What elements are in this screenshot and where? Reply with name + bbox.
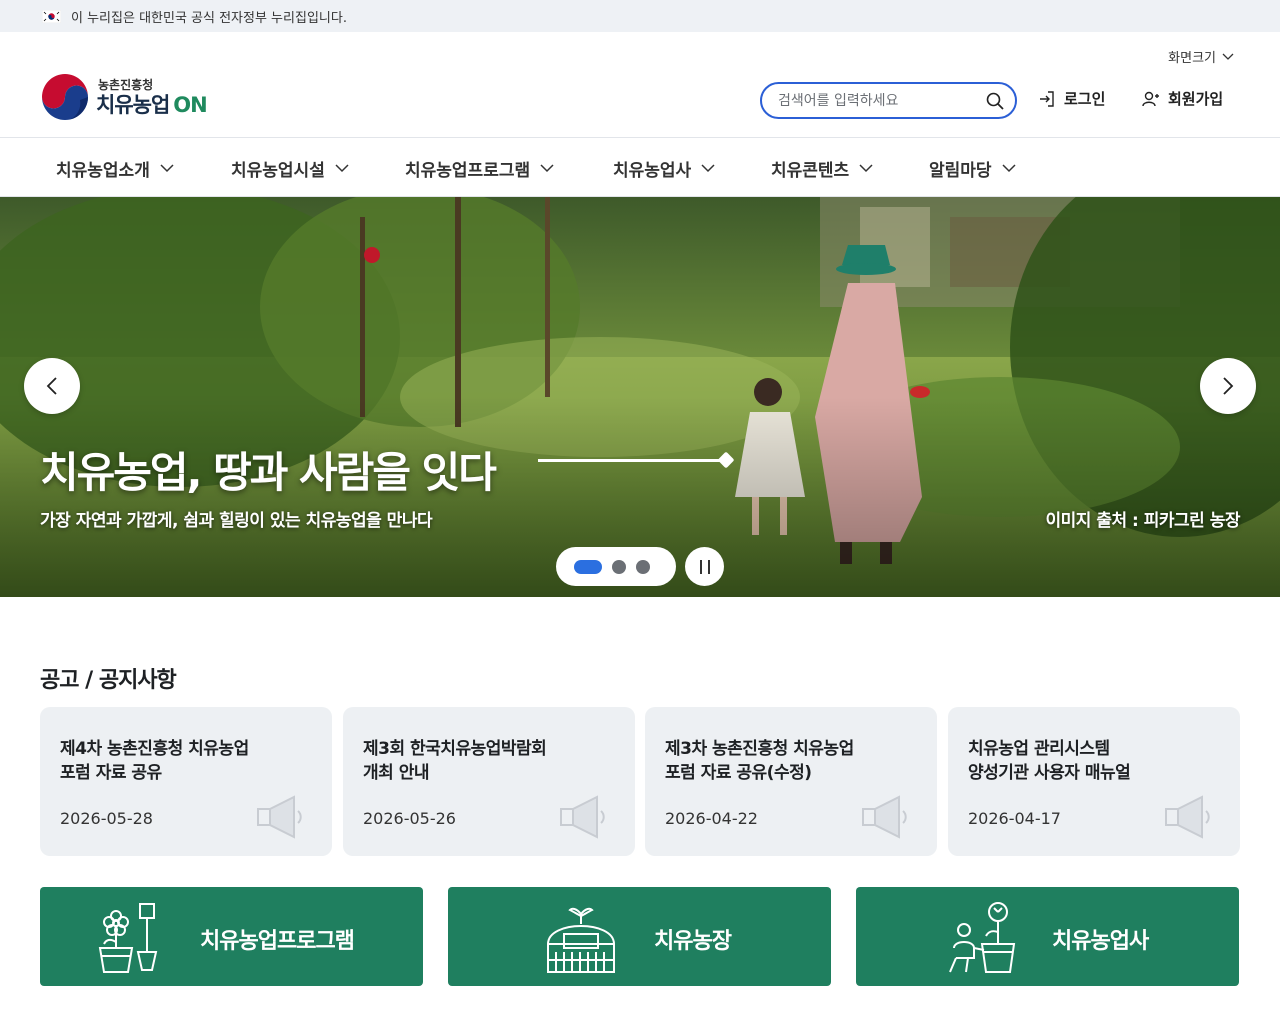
hero-image-credit: 이미지 출처 : 피카그린 농장 (1045, 511, 1240, 531)
hero-prev-button[interactable] (24, 358, 80, 414)
hero-slider: 치유농업, 땅과 사람을 잇다 가장 자연과 가깝게, 쉼과 힐링이 있는 치유… (0, 197, 1280, 597)
notice-card-date: 2026-04-22 (665, 809, 758, 828)
gov-banner: 이 누리집은 대한민국 공식 전자정부 누리집입니다. (0, 0, 1280, 32)
nav-item-practitioner[interactable]: 치유농업사 (613, 156, 715, 181)
user-add-icon (1142, 91, 1159, 106)
chevron-down-icon (1002, 164, 1016, 173)
nav-item-label: 치유농업시설 (231, 161, 325, 181)
megaphone-icon (862, 795, 907, 839)
hero-pager-dot-1[interactable] (574, 559, 602, 574)
gardener-icon (949, 902, 1016, 973)
hero-title-line (538, 459, 730, 462)
hero-next-button[interactable] (1200, 358, 1256, 414)
megaphone-icon (560, 795, 605, 839)
login-icon (1040, 90, 1054, 107)
screen-size-label: 화면크기 (1168, 51, 1216, 66)
hero-image (0, 197, 1280, 597)
hero-title: 치유농업, 땅과 사람을 잇다 (40, 448, 497, 497)
notice-card-date: 2026-04-17 (968, 809, 1061, 828)
hero-pagination (556, 547, 676, 586)
search-icon[interactable] (985, 91, 1005, 111)
logo-on-text: ON (173, 92, 207, 117)
notice-card-title: 치유농업 관리시스템 양성기관 사용자 매뉴얼 (968, 739, 1131, 783)
login-label: 로그인 (1064, 90, 1106, 108)
megaphone-icon (1165, 795, 1210, 839)
korea-flag-icon (42, 9, 61, 23)
screen-size-button[interactable]: 화면크기 (1168, 47, 1234, 66)
pause-icon-bar (707, 559, 710, 574)
pause-icon (699, 559, 702, 574)
notice-card[interactable]: 제3차 농촌진흥청 치유농업 포럼 자료 공유(수정) 2026-04-22 (645, 707, 937, 856)
search-input[interactable] (778, 92, 985, 109)
main-navigation: 치유농업소개 치유농업시설 치유농업프로그램 치유농업사 치유콘텐츠 알림마당 (0, 139, 1280, 197)
nav-item-program[interactable]: 치유농업프로그램 (405, 156, 554, 181)
quick-link-program[interactable]: 치유농업프로그램 (40, 887, 423, 986)
chevron-down-icon (859, 164, 873, 173)
chevron-down-icon (1222, 53, 1234, 60)
notice-card[interactable]: 치유농업 관리시스템 양성기관 사용자 매뉴얼 2026-04-17 (948, 707, 1240, 856)
nav-item-label: 치유농업프로그램 (405, 161, 531, 181)
login-button[interactable]: 로그인 (1038, 88, 1105, 109)
nav-item-facility[interactable]: 치유농업시설 (231, 156, 349, 181)
nav-item-notice[interactable]: 알림마당 (929, 156, 1016, 181)
gov-banner-text: 이 누리집은 대한민국 공식 전자정부 누리집입니다. (71, 10, 347, 26)
site-logo[interactable]: 농촌진흥청 치유농업 ON (40, 72, 208, 122)
hero-pager-dot-2[interactable] (612, 559, 626, 574)
chevron-down-icon (335, 164, 349, 173)
notice-card[interactable]: 제3회 한국치유농업박람회 개최 안내 2026-05-26 (343, 707, 635, 856)
logo-subtitle: 농촌진흥청 (98, 77, 154, 92)
nav-item-label: 알림마당 (929, 161, 992, 181)
notice-card-title: 제3차 농촌진흥청 치유농업 포럼 자료 공유(수정) (665, 739, 854, 783)
government-emblem-icon (41, 73, 89, 121)
chevron-down-icon (540, 164, 554, 173)
hero-subtitle: 가장 자연과 가깝게, 쉼과 힐링이 있는 치유농업을 만나다 (40, 511, 433, 531)
chevron-down-icon (160, 164, 174, 173)
hero-pager-dot-3[interactable] (636, 559, 650, 574)
notice-section-title: 공고 / 공지사항 (40, 668, 177, 693)
search-box (760, 82, 1017, 119)
logo-title: 치유농업 ON (96, 92, 208, 117)
notice-card-date: 2026-05-26 (363, 809, 456, 828)
quick-link-label: 치유농업프로그램 (200, 929, 355, 954)
logo-title-text: 치유농업 (96, 92, 170, 117)
notice-card[interactable]: 제4차 농촌진흥청 치유농업 포럼 자료 공유 2026-05-28 (40, 707, 332, 856)
notice-card-title: 제4차 농촌진흥청 치유농업 포럼 자료 공유 (60, 739, 249, 783)
flower-shovel-icon (98, 903, 158, 973)
site-header: 화면크기 농촌진흥청 치유농업ON 로그인 회원가입 (0, 32, 1280, 138)
hero-pause-button[interactable] (685, 547, 724, 586)
nav-item-intro[interactable]: 치유농업소개 (56, 156, 174, 181)
chevron-right-icon (1223, 377, 1234, 395)
nav-item-contents[interactable]: 치유콘텐츠 (771, 156, 873, 181)
chevron-left-icon (46, 377, 57, 395)
quick-link-farm[interactable]: 치유농장 (448, 887, 831, 986)
chevron-down-icon (701, 164, 715, 173)
nav-item-label: 치유농업소개 (56, 161, 150, 181)
nav-item-label: 치유콘텐츠 (771, 161, 850, 181)
quick-link-label: 치유농업사 (1052, 929, 1149, 954)
quick-link-practitioner[interactable]: 치유농업사 (856, 887, 1239, 986)
nav-item-label: 치유농업사 (613, 161, 692, 181)
greenhouse-icon (547, 907, 615, 973)
notice-card-date: 2026-05-28 (60, 809, 153, 828)
notice-card-title: 제3회 한국치유농업박람회 개최 안내 (363, 739, 547, 783)
signup-label: 회원가입 (1168, 90, 1224, 108)
quick-link-label: 치유농장 (654, 929, 732, 954)
signup-button[interactable]: 회원가입 (1142, 88, 1223, 109)
megaphone-icon (257, 795, 302, 839)
